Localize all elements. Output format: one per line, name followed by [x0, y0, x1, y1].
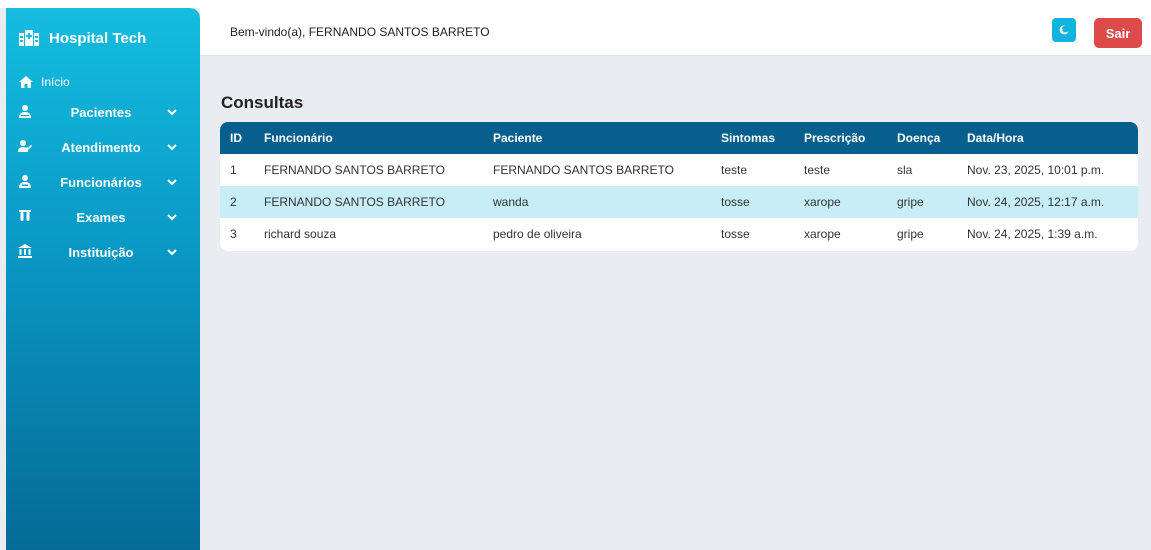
vials-icon: [19, 210, 31, 221]
sidebar-item-atendimento[interactable]: Atendimento: [6, 136, 200, 158]
cell-sintomas: teste: [721, 163, 748, 177]
cell-funcionario: FERNANDO SANTOS BARRETO: [264, 195, 445, 209]
sidebar-item-inicio[interactable]: Início: [19, 75, 70, 89]
table-row[interactable]: 2 FERNANDO SANTOS BARRETO wanda tosse xa…: [220, 186, 1138, 218]
chevron-down-icon[interactable]: [166, 211, 178, 223]
cell-doenca: gripe: [897, 227, 924, 241]
column-header-sintomas: Sintomas: [721, 131, 776, 145]
cell-sintomas: tosse: [721, 227, 750, 241]
sidebar-item-instituicao[interactable]: Instituição: [6, 241, 200, 263]
brand[interactable]: Hospital Tech: [19, 28, 146, 48]
page-title: Consultas: [221, 93, 304, 112]
chevron-down-icon[interactable]: [166, 141, 178, 153]
column-header-data-hora: Data/Hora: [967, 131, 1024, 145]
cell-paciente: wanda: [493, 195, 529, 209]
cell-id: 3: [230, 227, 237, 241]
sidebar-item-label: Instituição: [68, 244, 134, 260]
column-header-id: ID: [230, 131, 242, 145]
theme-toggle-button[interactable]: [1052, 18, 1076, 42]
cell-data-hora: Nov. 23, 2025, 10:01 p.m.: [967, 163, 1105, 177]
consultas-table: ID Funcionário Paciente Sintomas Prescri…: [220, 122, 1138, 251]
user-icon: [19, 105, 31, 118]
cell-prescricao: xarope: [804, 227, 841, 241]
sidebar-item-label: Início: [41, 75, 70, 89]
badge-icon: [19, 175, 31, 188]
cell-paciente: pedro de oliveira: [493, 227, 582, 241]
cell-paciente: FERNANDO SANTOS BARRETO: [493, 163, 674, 177]
welcome-message: Bem-vindo(a), FERNANDO SANTOS BARRETO: [230, 25, 490, 39]
home-icon: [19, 76, 33, 88]
cell-doenca: gripe: [897, 195, 924, 209]
cell-doenca: sla: [897, 163, 913, 177]
top-strip: [0, 0, 1151, 8]
sidebar-item-exames[interactable]: Exames: [6, 206, 200, 228]
column-header-prescricao: Prescrição: [804, 131, 866, 145]
table-row[interactable]: 3 richard souza pedro de oliveira tosse …: [220, 218, 1138, 250]
cell-data-hora: Nov. 24, 2025, 1:39 a.m.: [967, 227, 1098, 241]
user-check-icon: [18, 140, 32, 152]
chevron-down-icon[interactable]: [166, 176, 178, 188]
table-header: ID Funcionário Paciente Sintomas Prescri…: [220, 122, 1138, 154]
cell-sintomas: tosse: [721, 195, 750, 209]
table-row[interactable]: 1 FERNANDO SANTOS BARRETO FERNANDO SANTO…: [220, 154, 1138, 186]
column-header-funcionario: Funcionário: [264, 131, 333, 145]
cell-id: 2: [230, 195, 237, 209]
column-header-doenca: Doença: [897, 131, 941, 145]
cell-data-hora: Nov. 24, 2025, 12:17 a.m.: [967, 195, 1105, 209]
institution-icon: [18, 244, 32, 258]
logout-button[interactable]: Sair: [1094, 18, 1142, 48]
cell-funcionario: richard souza: [264, 227, 337, 241]
sidebar-item-label: Exames: [76, 209, 126, 225]
sidebar: Hospital Tech Início Pacientes Atendimen…: [6, 8, 200, 550]
cell-prescricao: teste: [804, 163, 831, 177]
chevron-down-icon[interactable]: [166, 106, 178, 118]
sidebar-item-label: Atendimento: [61, 139, 141, 155]
sidebar-item-label: Funcionários: [60, 174, 142, 190]
moon-icon: [1059, 25, 1069, 35]
sidebar-item-label: Pacientes: [70, 104, 132, 120]
top-header: Bem-vindo(a), FERNANDO SANTOS BARRETO Sa…: [200, 8, 1151, 56]
hospital-logo-icon: [19, 30, 39, 46]
column-header-paciente: Paciente: [493, 131, 543, 145]
chevron-down-icon[interactable]: [166, 246, 178, 258]
cell-id: 1: [230, 163, 237, 177]
cell-funcionario: FERNANDO SANTOS BARRETO: [264, 163, 445, 177]
sidebar-item-pacientes[interactable]: Pacientes: [6, 101, 200, 123]
sidebar-item-funcionarios[interactable]: Funcionários: [6, 171, 200, 193]
cell-prescricao: xarope: [804, 195, 841, 209]
brand-name: Hospital Tech: [49, 29, 147, 47]
